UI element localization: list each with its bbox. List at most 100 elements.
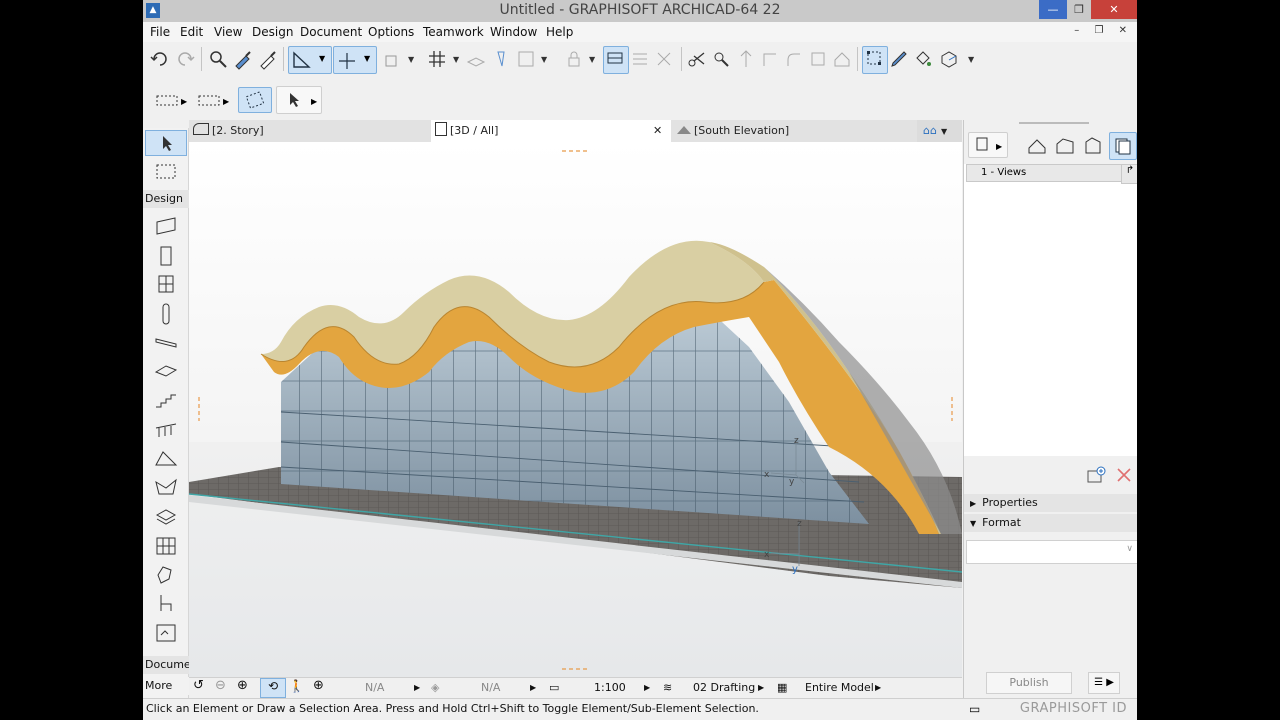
fit-in-window-icon[interactable]: ⊕ xyxy=(313,678,324,693)
elevate-icon[interactable] xyxy=(735,48,757,70)
beam-tool[interactable] xyxy=(153,331,179,355)
model-view-value[interactable]: Entire Model xyxy=(805,681,874,694)
menu-view[interactable]: View xyxy=(214,25,242,39)
bucket-icon[interactable] xyxy=(912,48,934,70)
publish-button[interactable]: Publish xyxy=(986,672,1072,694)
find-select-icon[interactable] xyxy=(207,48,229,70)
properties-section[interactable]: ▶ Properties xyxy=(964,494,1137,512)
align-icon[interactable] xyxy=(629,48,651,70)
wall-tool[interactable] xyxy=(153,214,179,238)
group-icon[interactable] xyxy=(515,48,537,70)
maximize-button[interactable]: ❐ xyxy=(1065,0,1093,19)
layout-book-button[interactable] xyxy=(1109,132,1137,160)
tab-list-button[interactable]: ⌂⌂ ▼ xyxy=(917,120,962,142)
return-arrow-icon[interactable]: ↱ xyxy=(1121,164,1137,184)
chevron-right-icon[interactable]: ▶ xyxy=(758,683,764,692)
menu-document[interactable]: Document xyxy=(300,25,362,39)
railing-tool[interactable] xyxy=(153,418,179,442)
menu-options[interactable]: Options xyxy=(368,25,414,39)
chevron-right-icon[interactable]: ▶ xyxy=(644,683,650,692)
new-view-icon[interactable] xyxy=(1085,464,1107,486)
delete-view-icon[interactable] xyxy=(1113,464,1135,486)
chair-object-tool[interactable] xyxy=(153,592,179,616)
shell-tool[interactable] xyxy=(153,476,179,500)
intersect-icon[interactable] xyxy=(759,48,781,70)
syringe-icon[interactable] xyxy=(257,48,279,70)
menu-teamwork[interactable]: Teamwork xyxy=(423,25,484,39)
close-button[interactable]: ✕ xyxy=(1091,0,1137,19)
fillet-icon[interactable] xyxy=(783,48,805,70)
design-group-label[interactable]: Design xyxy=(143,190,190,208)
orbit-icon[interactable]: ⟲ xyxy=(260,678,286,698)
pencil-icon[interactable] xyxy=(888,48,910,70)
suspend-groups-button[interactable] xyxy=(603,46,629,74)
chevron-right-icon[interactable]: ▶ xyxy=(530,683,536,692)
menu-help[interactable]: Help xyxy=(546,25,573,39)
marquee-rotated-button[interactable] xyxy=(238,87,272,113)
menu-design[interactable]: Design xyxy=(252,25,293,39)
document-group-label[interactable]: Docume xyxy=(143,656,191,674)
tab-south-elevation[interactable]: [South Elevation] xyxy=(675,120,915,142)
3d-explore-icon[interactable] xyxy=(938,48,960,70)
pen-icon[interactable] xyxy=(490,48,512,70)
adjust-icon[interactable] xyxy=(710,48,732,70)
undo-icon[interactable] xyxy=(149,48,171,70)
explode-icon[interactable] xyxy=(807,48,829,70)
section-view-icon[interactable] xyxy=(1054,134,1076,156)
roof-icon[interactable] xyxy=(831,48,853,70)
slab-tool[interactable] xyxy=(153,360,179,384)
trace-reference-icon[interactable] xyxy=(381,48,403,70)
navigator-project-map-icon[interactable]: ▶ xyxy=(968,132,1008,158)
lock-icon[interactable] xyxy=(563,48,585,70)
views-dropdown[interactable]: 1 - Views ▶ xyxy=(966,164,1137,182)
menu-window[interactable]: Window xyxy=(490,25,537,39)
3d-viewport[interactable]: z x y z x y xyxy=(189,142,962,677)
scale-value[interactable]: 1:100 xyxy=(594,681,626,694)
rotate-view-icon[interactable]: ↺ xyxy=(193,678,204,693)
floor-plan-view-icon[interactable] xyxy=(1026,134,1048,156)
guide-lines-button[interactable]: ▼ xyxy=(288,46,332,74)
marquee-rect-icon[interactable]: ▶ xyxy=(195,89,231,111)
edit-selection-button[interactable] xyxy=(862,46,888,74)
format-dropdown[interactable]: ∨ xyxy=(966,540,1137,564)
minimize-button[interactable]: — xyxy=(1039,0,1067,19)
eyedropper-icon[interactable] xyxy=(232,48,254,70)
zoom-in-icon[interactable]: ⊕ xyxy=(237,678,248,693)
marquee-tool[interactable] xyxy=(153,160,179,184)
walk-icon[interactable]: 🚶 xyxy=(289,679,304,693)
close-tab-icon[interactable]: ✕ xyxy=(653,120,662,142)
menu-edit[interactable]: Edit xyxy=(180,25,203,39)
layer-icon[interactable] xyxy=(465,48,487,70)
format-section[interactable]: ▼ Format xyxy=(964,514,1137,532)
menu-file[interactable]: File xyxy=(150,25,170,39)
curtain-wall-tool[interactable] xyxy=(153,534,179,558)
window-tool[interactable] xyxy=(153,272,179,296)
marquee-polygon-icon[interactable]: ▶ xyxy=(153,89,189,111)
object-tool[interactable] xyxy=(153,563,179,587)
3d-document-view-icon[interactable] xyxy=(1082,134,1104,156)
zone-tool[interactable] xyxy=(153,621,179,645)
chevron-right-icon[interactable]: ▶ xyxy=(414,683,420,692)
stair-tool[interactable] xyxy=(153,389,179,413)
door-tool[interactable] xyxy=(153,244,179,268)
graphisoft-id[interactable]: GRAPHISOFT ID xyxy=(1020,701,1127,716)
arrow-tool-picker[interactable]: ▶ xyxy=(276,86,322,114)
tab-story[interactable]: [2. Story] xyxy=(193,120,429,142)
roof-tool[interactable] xyxy=(153,447,179,471)
split-icon[interactable] xyxy=(686,48,708,70)
window-list-icon[interactable]: ▭ xyxy=(969,702,980,716)
zoom-out-icon[interactable]: ⊖ xyxy=(215,678,226,693)
more-group-label[interactable]: More xyxy=(143,677,190,695)
snap-guides-button[interactable]: ▼ xyxy=(333,46,377,74)
grid-snap-icon[interactable] xyxy=(426,48,448,70)
distribute-icon[interactable] xyxy=(653,48,675,70)
publish-options-icon[interactable]: ☰ ▶ xyxy=(1088,672,1120,694)
column-tool[interactable] xyxy=(153,302,179,326)
tab-3d[interactable]: [3D / All] ✕ xyxy=(431,120,671,142)
redo-icon[interactable] xyxy=(174,48,196,70)
layer-combination-value[interactable]: 02 Drafting xyxy=(693,681,755,694)
document-window-controls[interactable]: – ❐ ✕ xyxy=(1074,25,1133,36)
morph-tool[interactable] xyxy=(153,505,179,529)
chevron-right-icon[interactable]: ▶ xyxy=(875,683,881,692)
arrow-tool[interactable] xyxy=(145,130,187,156)
